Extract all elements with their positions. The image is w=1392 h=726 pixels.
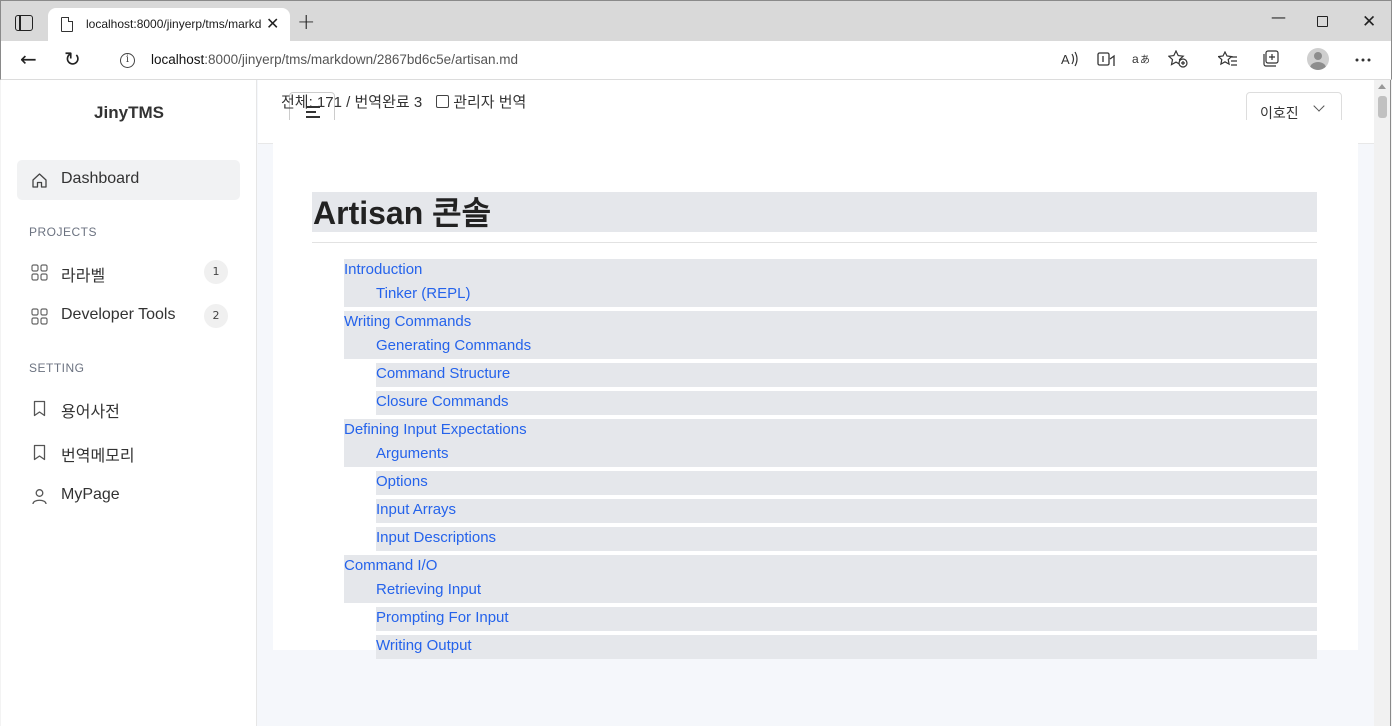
toc-link[interactable]: Generating Commands: [376, 337, 531, 354]
toc-item: Input Descriptions: [376, 527, 1317, 551]
sidebar-item-mypage[interactable]: MyPage: [17, 476, 240, 516]
read-aloud-icon[interactable]: A: [1061, 51, 1079, 67]
brand-logo[interactable]: JinyTMS: [1, 103, 257, 123]
toc-item: Options: [376, 471, 1317, 495]
translation-stats: 전체: 171 / 번역완료 3 관리자 번역: [281, 91, 526, 112]
sidebar-item-label: 라라벨: [61, 268, 106, 285]
bookmark-icon: [33, 444, 46, 461]
admin-translation-checkbox[interactable]: [436, 95, 450, 108]
home-icon: [32, 173, 47, 188]
chevron-down-icon: [1313, 100, 1325, 112]
tab-title: localhost:8000/jinyerp/tms/markdown/2867…: [86, 17, 261, 31]
svg-text:a: a: [1132, 52, 1139, 66]
toc-item: Closure Commands: [376, 391, 1317, 415]
sidebar-item-translation-memory[interactable]: 번역메모리: [17, 432, 240, 472]
toc-group-introduction: Introduction Tinker (REPL): [344, 259, 1317, 307]
count-badge: 1: [204, 260, 228, 284]
browser-toolbar: ← ↻ i localhost:8000/jinyerp/tms/markdow…: [0, 41, 1392, 80]
reload-icon[interactable]: ↻: [64, 49, 81, 69]
sidebar-item-label: 용어사전: [61, 404, 120, 421]
toc-link[interactable]: Command Structure: [376, 365, 510, 382]
grid-icon: [31, 264, 48, 281]
toc-group-command-io: Command I/O Retrieving Input: [344, 555, 1317, 603]
toc-group-defining-input: Defining Input Expectations Arguments: [344, 419, 1317, 467]
title-divider: [312, 242, 1317, 243]
more-options-icon[interactable]: [1355, 58, 1371, 62]
sidebar-item-label: Dashboard: [61, 170, 140, 187]
user-icon: [32, 489, 47, 505]
profile-avatar[interactable]: [1307, 48, 1329, 70]
projects-section-header: PROJECTS: [29, 225, 98, 239]
tab-close-icon[interactable]: ✕: [266, 15, 279, 33]
minimize-icon[interactable]: —: [1271, 7, 1286, 27]
tab-actions-icon[interactable]: [15, 15, 33, 31]
toc-link[interactable]: Closure Commands: [376, 393, 509, 410]
svg-text:A: A: [1061, 52, 1070, 67]
toc-link[interactable]: Prompting For Input: [376, 609, 509, 626]
toc-link[interactable]: Writing Commands: [344, 313, 471, 330]
toc-link[interactable]: Introduction: [344, 261, 422, 278]
favorites-icon[interactable]: [1218, 51, 1238, 67]
toc-item: Prompting For Input: [376, 607, 1317, 631]
sidebar-item-label: 번역메모리: [61, 448, 135, 465]
toc-item: Command Structure: [376, 363, 1317, 387]
browser-tab-bar: localhost:8000/jinyerp/tms/markdown/2867…: [0, 0, 1392, 42]
page-scrollbar[interactable]: [1374, 80, 1391, 726]
document-title: Artisan 콘솔: [312, 192, 1317, 232]
sidebar-item-project-laravel[interactable]: 라라벨 1: [17, 252, 240, 292]
sidebar-item-label: Developer Tools: [61, 306, 176, 323]
url-text: localhost:8000/jinyerp/tms/markdown/2867…: [151, 52, 518, 67]
menu-icon-line: [306, 116, 320, 118]
toc-item: Writing Output: [376, 635, 1317, 659]
setting-section-header: SETTING: [29, 361, 85, 375]
scrollbar-thumb[interactable]: [1378, 96, 1387, 118]
toc-item: Input Arrays: [376, 499, 1317, 523]
toc-link[interactable]: Input Arrays: [376, 501, 456, 518]
collections-icon[interactable]: [1262, 50, 1282, 68]
page-icon: [61, 17, 73, 32]
address-bar[interactable]: i localhost:8000/jinyerp/tms/markdown/28…: [101, 45, 1199, 76]
sidebar-item-project-developer-tools[interactable]: Developer Tools 2: [17, 296, 240, 336]
window-close-icon[interactable]: ✕: [1362, 12, 1376, 32]
toc-link[interactable]: Writing Output: [376, 637, 472, 654]
toc-link[interactable]: Tinker (REPL): [376, 285, 470, 302]
toc-group-writing-commands: Writing Commands Generating Commands: [344, 311, 1317, 359]
immersive-reader-icon[interactable]: [1097, 51, 1115, 67]
translate-icon[interactable]: aあ: [1132, 51, 1150, 67]
stats-text: 전체: 171 / 번역완료 3: [281, 94, 423, 111]
site-info-icon[interactable]: i: [120, 53, 135, 68]
toc-link[interactable]: Retrieving Input: [376, 581, 481, 598]
add-favorite-icon[interactable]: [1168, 50, 1188, 68]
toc-link[interactable]: Options: [376, 473, 428, 490]
maximize-icon[interactable]: [1317, 16, 1328, 27]
bookmark-icon: [33, 400, 46, 417]
scroll-up-icon[interactable]: [1378, 84, 1386, 89]
sidebar-item-label: MyPage: [61, 486, 120, 503]
sidebar-item-glossary[interactable]: 용어사전: [17, 388, 240, 428]
toc-link[interactable]: Command I/O: [344, 557, 437, 574]
document-card: Artisan 콘솔 Introduction Tinker (REPL) Wr…: [273, 120, 1358, 659]
back-icon[interactable]: ←: [20, 49, 37, 69]
grid-icon: [31, 308, 48, 325]
sidebar: JinyTMS Dashboard PROJECTS 라라벨 1 Develop…: [1, 80, 257, 726]
toc-link[interactable]: Input Descriptions: [376, 529, 496, 546]
svg-text:あ: あ: [1140, 54, 1150, 66]
browser-tab[interactable]: localhost:8000/jinyerp/tms/markdown/2867…: [48, 8, 290, 42]
admin-translation-label[interactable]: 관리자 번역: [453, 94, 526, 111]
toc-link[interactable]: Arguments: [376, 445, 449, 462]
sidebar-item-dashboard[interactable]: Dashboard: [17, 160, 240, 200]
toc-link[interactable]: Defining Input Expectations: [344, 421, 527, 438]
count-badge: 2: [204, 304, 228, 328]
new-tab-icon[interactable]: +: [297, 12, 315, 34]
